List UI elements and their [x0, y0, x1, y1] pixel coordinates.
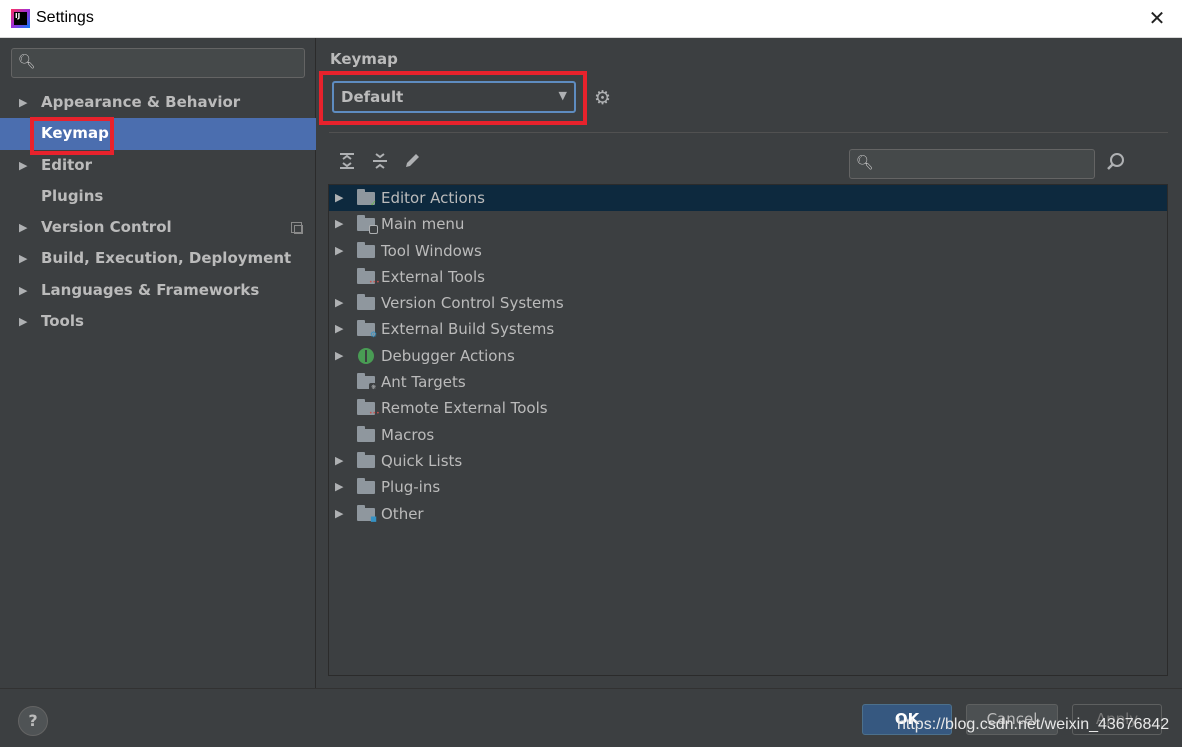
- sidebar-item-tools[interactable]: ▶ Tools: [0, 306, 316, 337]
- tree-row-macros[interactable]: Macros: [329, 422, 1167, 448]
- settings-sidebar: 🔍︎ ▶ Appearance & Behavior Keymap ▶ Edit…: [0, 38, 316, 688]
- find-shortcut-glyph: [1107, 153, 1124, 170]
- keymap-highlight-box: [30, 117, 114, 155]
- dialog-footer: ? OK Cancel Apply https://blog.csdn.net/…: [0, 688, 1182, 747]
- chevron-right-icon[interactable]: ▶: [19, 150, 27, 181]
- folder-icon: [357, 241, 375, 258]
- search-icon: 🔍︎: [856, 155, 874, 171]
- tree-row-external-tools[interactable]: ••• External Tools: [329, 264, 1167, 290]
- collapse-all-glyph: [373, 153, 387, 169]
- sidebar-item-plugins[interactable]: Plugins: [0, 181, 316, 212]
- external-tools-folder-icon: •••: [357, 399, 380, 417]
- tree-row-debugger-actions[interactable]: ▶ Debugger Actions: [329, 343, 1167, 369]
- sidebar-item-version-control[interactable]: ▶ Version Control: [0, 212, 316, 243]
- tree-row-label: External Tools: [381, 267, 485, 286]
- help-button[interactable]: ?: [18, 706, 48, 736]
- sidebar-item-label: Tools: [41, 312, 84, 331]
- tree-row-label: Ant Targets: [381, 373, 466, 392]
- chevron-right-icon[interactable]: ▶: [335, 448, 343, 474]
- scheme-highlight-box: [319, 71, 587, 125]
- tree-row-plug-ins[interactable]: ▶ Plug-ins: [329, 474, 1167, 500]
- sidebar-item-label: Editor: [41, 155, 92, 174]
- chevron-right-icon[interactable]: ▶: [335, 501, 343, 527]
- tree-row-label: Version Control Systems: [381, 294, 564, 313]
- folder-icon: [357, 425, 375, 442]
- intellij-logo-icon: IJ: [11, 9, 30, 28]
- keymap-panel: Keymap Default ▼ ⚙ 🔍︎ ▶ ✓ Editor Actions…: [317, 38, 1182, 688]
- keymap-action-tree[interactable]: ▶ ✓ Editor Actions ▶ Main menu ▶ Tool Wi…: [328, 184, 1168, 676]
- sidebar-search-input[interactable]: 🔍︎: [11, 48, 305, 78]
- window-titlebar: IJ Settings ✕: [0, 0, 1182, 38]
- tree-row-label: Macros: [381, 425, 435, 444]
- chevron-right-icon[interactable]: ▶: [335, 343, 343, 369]
- watermark-text: https://blog.csdn.net/weixin_43676842: [897, 716, 1170, 733]
- sidebar-item-label: Build, Execution, Deployment: [41, 249, 292, 268]
- search-icon: 🔍︎: [18, 54, 36, 70]
- tree-row-label: Other: [381, 504, 424, 523]
- tree-row-label: Plug-ins: [381, 478, 441, 497]
- sidebar-item-label: Plugins: [41, 186, 104, 205]
- sidebar-item-label: Version Control: [41, 218, 172, 237]
- folder-icon: [357, 294, 375, 311]
- chevron-right-icon[interactable]: ▶: [19, 275, 27, 306]
- expand-all-icon[interactable]: [338, 152, 356, 175]
- tree-row-label: Tool Windows: [381, 241, 482, 260]
- tree-row-tool-windows[interactable]: ▶ Tool Windows: [329, 238, 1167, 264]
- tree-row-label: Main menu: [381, 215, 465, 234]
- chevron-right-icon[interactable]: ▶: [335, 238, 343, 264]
- tree-row-label: External Build Systems: [381, 320, 555, 339]
- app-icon-text: IJ: [14, 12, 27, 25]
- page-title: Keymap: [330, 50, 398, 68]
- tree-row-label: Remote External Tools: [381, 399, 548, 418]
- other-folder-icon: ■: [357, 504, 377, 523]
- folder-icon: [357, 451, 375, 468]
- sidebar-item-label: Appearance & Behavior: [41, 93, 241, 111]
- tree-row-editor-actions[interactable]: ▶ ✓ Editor Actions: [329, 185, 1167, 212]
- gear-icon[interactable]: ⚙: [594, 87, 611, 109]
- tree-row-main-menu[interactable]: ▶ Main menu: [329, 211, 1167, 237]
- external-tools-folder-icon: •••: [357, 267, 380, 286]
- tree-row-external-build-systems[interactable]: ▶ ⚙ External Build Systems: [329, 316, 1167, 342]
- chevron-right-icon[interactable]: ▶: [335, 211, 343, 237]
- tree-row-quick-lists[interactable]: ▶ Quick Lists: [329, 448, 1167, 474]
- chevron-right-icon[interactable]: ▶: [335, 316, 343, 342]
- sidebar-item-label: Languages & Frameworks: [41, 280, 260, 299]
- chevron-right-icon[interactable]: ▶: [19, 243, 27, 274]
- main-menu-folder-icon: [357, 215, 378, 235]
- copy-icon: [291, 222, 303, 235]
- divider: [329, 132, 1168, 133]
- tree-row-remote-external-tools[interactable]: ••• Remote External Tools: [329, 395, 1167, 421]
- tree-row-ant-targets[interactable]: ❋ Ant Targets: [329, 369, 1167, 395]
- bug-icon: [358, 347, 374, 364]
- close-icon[interactable]: ✕: [1146, 7, 1168, 29]
- chevron-right-icon[interactable]: ▶: [19, 306, 27, 337]
- expand-all-glyph: [340, 153, 354, 169]
- chevron-right-icon[interactable]: ▶: [335, 185, 343, 211]
- edit-shortcut-icon[interactable]: [403, 152, 421, 175]
- sidebar-item-appearance-behavior[interactable]: ▶ Appearance & Behavior: [0, 87, 316, 118]
- folder-icon: [357, 478, 375, 495]
- tree-row-other[interactable]: ▶ ■ Other: [329, 501, 1167, 527]
- chevron-right-icon[interactable]: ▶: [19, 212, 27, 243]
- chevron-right-icon[interactable]: ▶: [335, 474, 343, 500]
- ant-folder-icon: ❋: [357, 373, 378, 393]
- tree-row-label: Debugger Actions: [381, 346, 515, 365]
- chevron-right-icon[interactable]: ▶: [335, 290, 343, 316]
- editor-actions-folder-icon: ✓: [357, 189, 377, 208]
- chevron-right-icon[interactable]: ▶: [19, 87, 27, 118]
- tree-row-label: Quick Lists: [381, 451, 463, 470]
- sidebar-item-languages-frameworks[interactable]: ▶ Languages & Frameworks: [0, 275, 316, 306]
- tree-row-label: Editor Actions: [381, 189, 485, 207]
- find-by-shortcut-icon[interactable]: [1106, 152, 1126, 177]
- sidebar-item-build-execution-deployment[interactable]: ▶ Build, Execution, Deployment: [0, 243, 316, 274]
- build-systems-folder-icon: ⚙: [357, 320, 377, 339]
- collapse-all-icon[interactable]: [371, 152, 389, 175]
- window-title: Settings: [36, 9, 94, 26]
- tree-row-version-control-systems[interactable]: ▶ Version Control Systems: [329, 290, 1167, 316]
- pencil-glyph: [406, 154, 419, 167]
- keymap-search-input[interactable]: 🔍︎: [849, 149, 1095, 179]
